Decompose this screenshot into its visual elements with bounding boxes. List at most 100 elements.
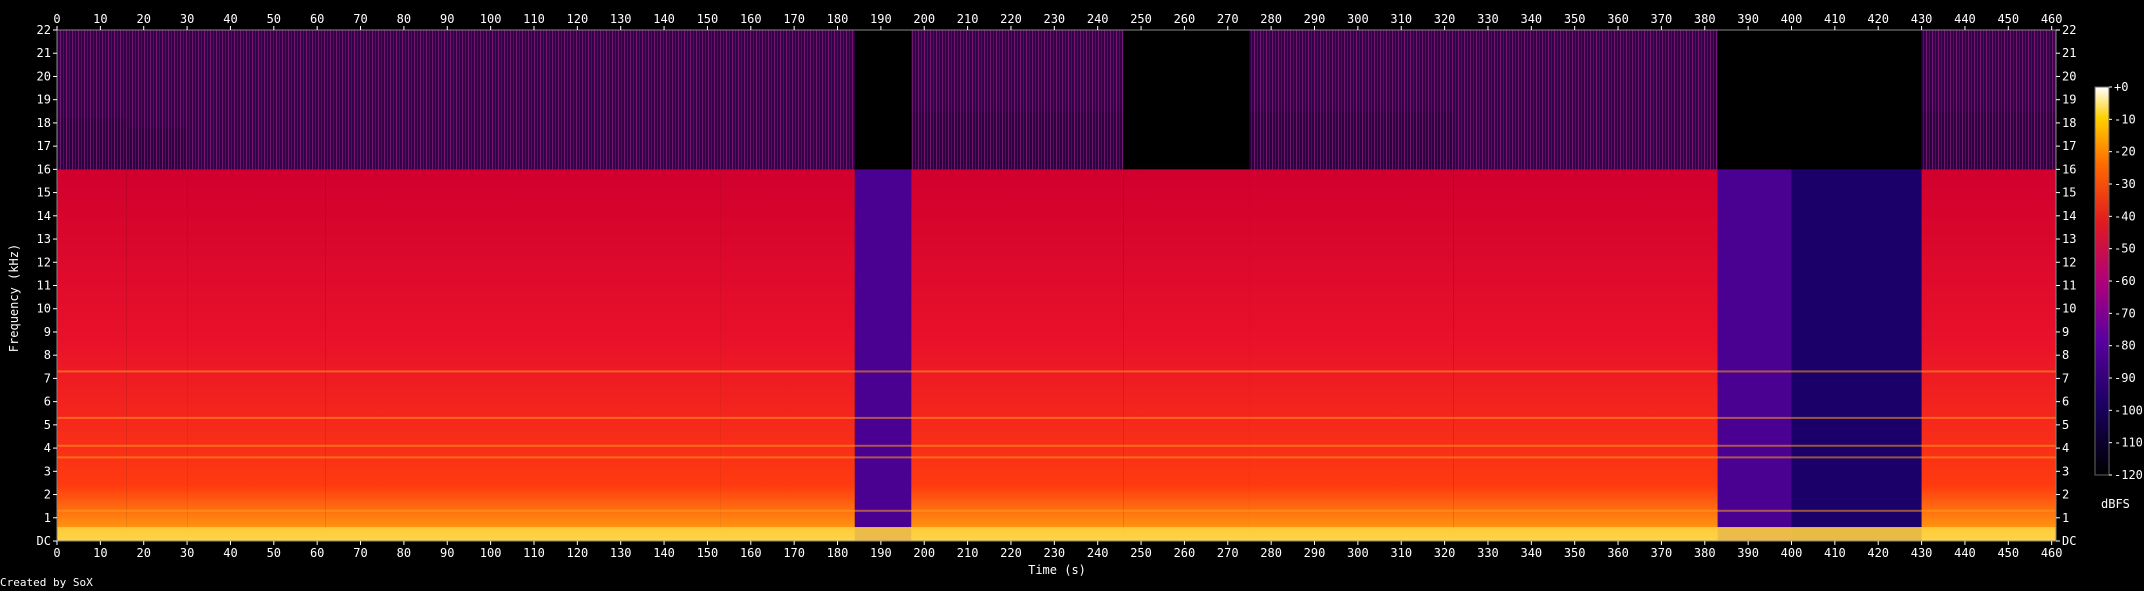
x-tick-top-label: 460 — [2041, 12, 2063, 26]
segment-band — [785, 169, 855, 541]
segment-band — [1249, 169, 1454, 541]
x-axis-top: 0 10 20 30 40 50 60 70 80 90 100 110 120 130 140 150 160… — [53, 12, 2063, 30]
x-tick-top-label: 280 — [1260, 12, 1282, 26]
segment-hf-top — [854, 30, 912, 170]
segment-hf-noise — [785, 30, 855, 170]
x-tick-top-label: 330 — [1477, 12, 1499, 26]
colorbar-label: dBFS — [2101, 497, 2130, 511]
x-tick-bottom-label: 10 — [93, 546, 107, 560]
x-tick-bottom-label: 450 — [1997, 546, 2019, 560]
y-tick-right-label: 10 — [2062, 302, 2076, 316]
segment-band — [187, 169, 326, 541]
x-tick-bottom-label: 260 — [1174, 546, 1196, 560]
segment-1 — [126, 30, 188, 541]
y-tick-left-label: 4 — [44, 441, 51, 455]
segment-band — [1921, 169, 2056, 541]
x-tick-top-label: 320 — [1434, 12, 1456, 26]
colorbar-tick-label: -30 — [2114, 177, 2136, 191]
y-tick-left-label: 21 — [37, 46, 51, 60]
segment-hf-noise — [911, 30, 1124, 170]
segment-hf-noise — [1921, 30, 2056, 170]
x-tick-top-label: 170 — [783, 12, 805, 26]
segment-3 — [325, 30, 721, 541]
y-tick-left-label: 7 — [44, 371, 51, 385]
x-tick-top-label: 250 — [1130, 12, 1152, 26]
y-tick-left-label: 5 — [44, 418, 51, 432]
y-tick-right-label: 16 — [2062, 162, 2076, 176]
segment-band — [720, 169, 786, 541]
x-tick-top-label: 200 — [913, 12, 935, 26]
harmonic-line-1 — [57, 416, 2056, 419]
x-tick-bottom-label: 180 — [827, 546, 849, 560]
x-tick-bottom-label: 380 — [1694, 546, 1716, 560]
x-tick-top-label: 180 — [827, 12, 849, 26]
x-tick-bottom-label: 340 — [1520, 546, 1542, 560]
x-tick-bottom-label: 350 — [1564, 546, 1586, 560]
x-tick-bottom-label: 90 — [440, 546, 454, 560]
y-tick-right-label: DC — [2062, 534, 2076, 548]
spectrogram-figure: 0 10 20 30 40 50 60 70 80 90 100 110 120 130 140 150 160… — [7, 12, 2143, 577]
x-tick-top-label: 50 — [267, 12, 281, 26]
y-tick-right-label: 11 — [2062, 279, 2076, 293]
y-tick-left-label: 10 — [37, 302, 51, 316]
x-tick-top-label: 300 — [1347, 12, 1369, 26]
segment-4 — [720, 30, 786, 541]
colorbar-tick-label: -100 — [2114, 403, 2143, 417]
x-tick-bottom-label: 110 — [523, 546, 545, 560]
segment-0 — [57, 30, 127, 541]
segment-band — [126, 169, 188, 541]
x-tick-bottom-label: 70 — [353, 546, 367, 560]
colorbar-tick-label: -70 — [2114, 306, 2136, 320]
x-tick-bottom-label: 430 — [1911, 546, 1933, 560]
x-tick-bottom-label: 250 — [1130, 546, 1152, 560]
x-tick-bottom-label: 120 — [567, 546, 589, 560]
x-tick-bottom-label: 290 — [1304, 546, 1326, 560]
x-tick-top-label: 380 — [1694, 12, 1716, 26]
segment-hf-noise — [325, 30, 721, 170]
x-tick-top-label: 310 — [1390, 12, 1412, 26]
y-tick-right-label: 19 — [2062, 93, 2076, 107]
x-tick-bottom-label: 200 — [913, 546, 935, 560]
x-tick-top-label: 190 — [870, 12, 892, 26]
segment-6 — [854, 30, 912, 541]
x-tick-top-label: 110 — [523, 12, 545, 26]
colorbar-tick-label: -80 — [2114, 339, 2136, 353]
segment-hf-noise — [1453, 30, 1718, 170]
x-tick-top-label: 100 — [480, 12, 502, 26]
x-tick-top-label: 140 — [653, 12, 675, 26]
x-tick-top-label: 420 — [1867, 12, 1889, 26]
x-tick-bottom-label: 220 — [1000, 546, 1022, 560]
y-tick-right-label: 17 — [2062, 139, 2076, 153]
x-tick-bottom-label: 210 — [957, 546, 979, 560]
y-tick-left-label: 16 — [37, 162, 51, 176]
x-tick-top-label: 150 — [697, 12, 719, 26]
y-tick-right-label: 4 — [2062, 441, 2069, 455]
y-tick-left-label: 19 — [37, 93, 51, 107]
x-tick-top-label: 450 — [1997, 12, 2019, 26]
segment-band — [854, 169, 912, 541]
x-tick-top-label: 440 — [1954, 12, 1976, 26]
colorbar: +0 -10 -20 -30 -40 -50 -60 -70 -80 -90 -100 -110 -12… — [2094, 80, 2143, 482]
y-axis-right: DC12345678910111213141516171819202122 — [2056, 23, 2076, 548]
x-tick-top-label: 220 — [1000, 12, 1022, 26]
segment-hf-noise — [720, 30, 786, 170]
y-tick-right-label: 1 — [2062, 511, 2069, 525]
x-tick-bottom-label: 270 — [1217, 546, 1239, 560]
x-tick-top-label: 0 — [53, 12, 60, 26]
colorbar-tick-label: -110 — [2114, 436, 2143, 450]
y-tick-right-label: 8 — [2062, 348, 2069, 362]
x-tick-bottom-label: 60 — [310, 546, 324, 560]
harmonic-line-0 — [57, 370, 2056, 373]
segment-10 — [1453, 30, 1718, 541]
segment-8 — [1123, 30, 1250, 541]
x-tick-bottom-label: 280 — [1260, 546, 1282, 560]
credit-text: Created by SoX — [0, 576, 93, 589]
y-tick-left-label: 1 — [44, 511, 51, 525]
y-tick-left-label: 20 — [37, 69, 51, 83]
x-tick-bottom-label: 160 — [740, 546, 762, 560]
x-tick-top-label: 10 — [93, 12, 107, 26]
segment-9 — [1249, 30, 1454, 541]
x-tick-bottom-label: 300 — [1347, 546, 1369, 560]
x-tick-top-label: 350 — [1564, 12, 1586, 26]
colorbar-tick-label: -10 — [2114, 112, 2136, 126]
